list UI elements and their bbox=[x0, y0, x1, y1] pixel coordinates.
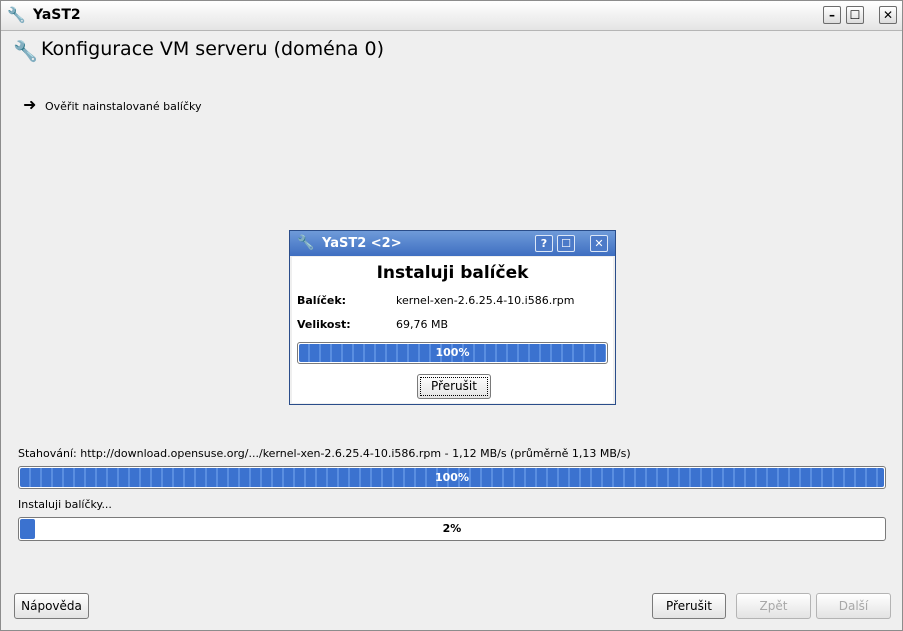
dialog-maximize-button[interactable]: ☐ bbox=[557, 235, 575, 252]
arrow-right-icon: ➜ bbox=[23, 95, 37, 114]
progress-text: 100% bbox=[435, 346, 470, 359]
install-package-dialog: 🔧 YaST2 <2> ? ☐ ✕ Instaluji balíček Balí… bbox=[289, 230, 616, 405]
size-value: 69,76 MB bbox=[396, 318, 449, 331]
window-title: YaST2 bbox=[33, 7, 81, 23]
page-title: Konfigurace VM serveru (doména 0) bbox=[41, 38, 385, 60]
package-value: kernel-xen-2.6.25.4-10.i586.rpm bbox=[396, 294, 575, 307]
package-label: Balíček: bbox=[297, 294, 347, 307]
download-label: Stahování: http://download.opensuse.org/… bbox=[18, 447, 631, 460]
dialog-titlebar[interactable]: 🔧 YaST2 <2> ? ☐ ✕ bbox=[290, 231, 615, 256]
dialog-close-button[interactable]: ✕ bbox=[590, 235, 608, 252]
abort-button[interactable]: Přerušit bbox=[652, 593, 726, 619]
close-button[interactable]: ✕ bbox=[879, 6, 897, 24]
wrench-screwdriver-icon: 🔧 bbox=[297, 235, 315, 251]
minimize-button[interactable]: – bbox=[823, 6, 841, 24]
window-titlebar[interactable]: 🔧 YaST2 – ☐ ✕ bbox=[1, 1, 902, 31]
dialog-help-button[interactable]: ? bbox=[535, 235, 553, 252]
maximize-button[interactable]: ☐ bbox=[846, 6, 864, 24]
dialog-heading: Instaluji balíček bbox=[376, 263, 529, 283]
download-progress-bar: 100% bbox=[18, 466, 886, 489]
dialog-abort-button[interactable]: Přerušit bbox=[417, 374, 491, 399]
progress-text: 100% bbox=[435, 471, 469, 484]
package-progress-bar: 100% bbox=[297, 342, 608, 364]
install-progress-bar: 2% bbox=[18, 517, 886, 541]
wrench-screwdriver-icon: 🔧 bbox=[13, 39, 38, 63]
dialog-title: YaST2 <2> bbox=[322, 236, 402, 251]
back-button[interactable]: Zpět bbox=[736, 593, 811, 619]
dialog-body: Instaluji balíček Balíček: kernel-xen-2.… bbox=[292, 257, 613, 403]
next-button[interactable]: Další bbox=[816, 593, 891, 619]
install-label: Instaluji balíčky... bbox=[18, 498, 112, 511]
wrench-screwdriver-icon: 🔧 bbox=[7, 6, 26, 24]
help-button[interactable]: Nápověda bbox=[14, 593, 89, 619]
step-item: ➜ Ověřit nainstalované balíčky bbox=[23, 95, 202, 114]
progress-text: 2% bbox=[442, 522, 462, 535]
yast-window: 🔧 YaST2 – ☐ ✕ 🔧 Konfigurace VM serveru (… bbox=[0, 0, 903, 631]
size-label: Velikost: bbox=[297, 318, 351, 331]
step-label: Ověřit nainstalované balíčky bbox=[45, 100, 202, 113]
